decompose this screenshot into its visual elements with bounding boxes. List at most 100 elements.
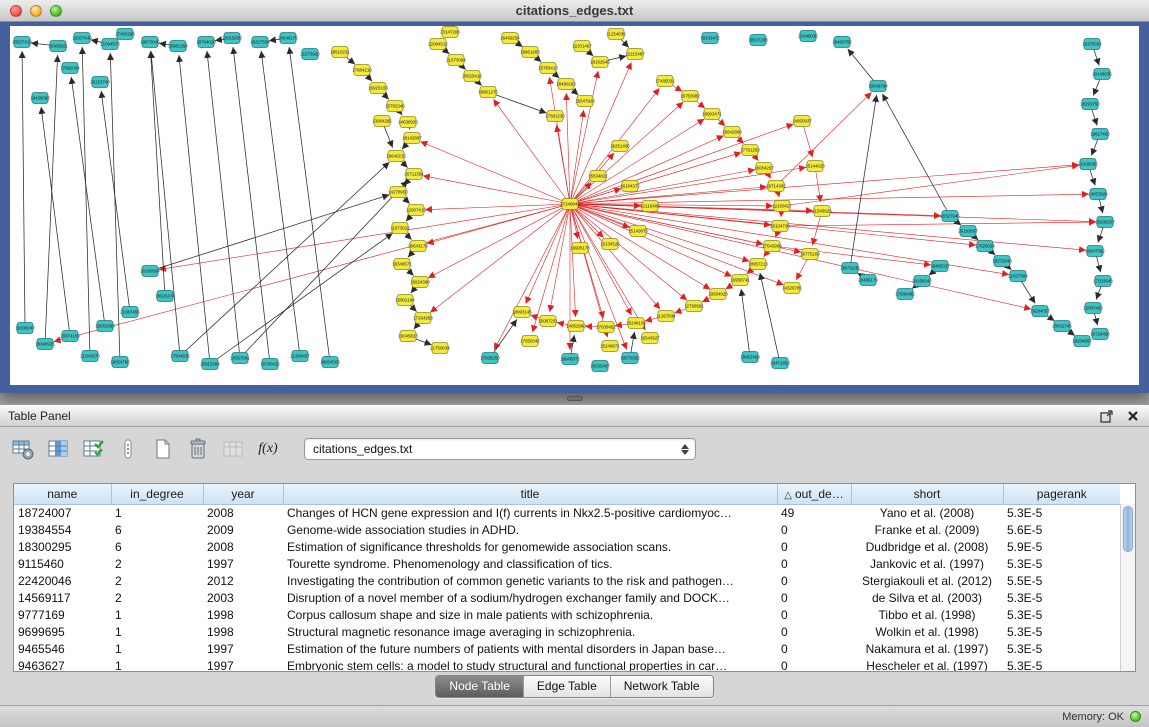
graph-node[interactable]: 14278950 [388, 187, 408, 198]
graph-node[interactable]: 18579302 [620, 353, 640, 364]
graph-node[interactable]: 19873046 [140, 37, 160, 48]
cell-name[interactable]: 19384554 [14, 521, 111, 538]
cell-title[interactable]: Tourette syndrome. Phenomenology and cla… [283, 555, 777, 572]
edit-rows-icon[interactable] [80, 436, 106, 462]
graph-edge[interactable] [41, 107, 70, 336]
graph-node[interactable]: 18924503 [320, 357, 340, 368]
graph-node[interactable]: 20160594 [140, 266, 160, 277]
cell-short[interactable]: de Silva et al. (2003) [851, 589, 1003, 606]
graph-node[interactable]: 16750982 [680, 91, 700, 102]
cell-year[interactable]: 2008 [203, 538, 283, 555]
cell-name[interactable]: 18300295 [14, 538, 111, 555]
table-row[interactable]: 1830029562008Estimation of significance … [14, 538, 1120, 555]
cell-title[interactable]: Embryonic stem cells: a model to study s… [283, 657, 777, 672]
graph-edge[interactable] [207, 51, 240, 358]
column-header-year[interactable]: year [203, 484, 283, 504]
graph-node[interactable]: 20643178 [408, 241, 428, 252]
graph-node[interactable]: 11873622 [390, 223, 410, 234]
graph-node[interactable]: 16543927 [640, 333, 660, 344]
graph-node[interactable]: 17684219 [352, 65, 372, 76]
graph-node[interactable]: 20981354 [168, 41, 188, 52]
tab-edge-table[interactable]: Edge Table [524, 676, 611, 697]
cell-in_degree[interactable]: 2 [111, 572, 203, 589]
cell-pagerank[interactable]: 5.3E-5 [1003, 640, 1120, 657]
cell-out_degree[interactable]: 0 [777, 640, 851, 657]
graph-node[interactable]: 19436082 [30, 93, 50, 104]
cell-name[interactable]: 9699695 [14, 623, 111, 640]
cell-pagerank[interactable]: 5.3E-5 [1003, 623, 1120, 640]
graph-node[interactable]: 12116409 [640, 201, 660, 212]
graph-node[interactable]: 17264958 [413, 313, 433, 324]
graph-node[interactable]: 15902184 [395, 295, 415, 306]
graph-node[interactable]: 12907415 [406, 205, 426, 216]
graph-node[interactable]: 21037584 [1008, 271, 1028, 282]
graph-node[interactable]: 17892034 [60, 63, 80, 74]
graph-node[interactable]: 18925374 [155, 291, 175, 302]
function-builder-icon[interactable]: f(x) [255, 436, 281, 462]
graph-node[interactable]: 14852960 [566, 321, 586, 332]
cell-out_degree[interactable]: 0 [777, 606, 851, 623]
graph-edge[interactable] [566, 93, 570, 204]
cell-name[interactable]: 14569117 [14, 589, 111, 606]
graph-node[interactable]: 18357091 [230, 353, 250, 364]
cell-in_degree[interactable]: 1 [111, 640, 203, 657]
graph-node[interactable]: 14638920 [398, 117, 418, 128]
graph-node[interactable]: 18293750 [1080, 99, 1100, 110]
cell-in_degree[interactable]: 1 [111, 606, 203, 623]
graph-node[interactable]: 19714302 [766, 181, 786, 192]
graph-node[interactable]: 20158347 [912, 276, 932, 287]
graph-node[interactable]: 20471853 [770, 358, 790, 369]
graph-node[interactable]: 19861275 [478, 87, 498, 98]
graph-node[interactable]: 20193857 [958, 226, 978, 237]
graph-edge[interactable] [570, 204, 645, 330]
cell-name[interactable]: 18724007 [14, 504, 111, 521]
cell-year[interactable]: 2009 [203, 521, 283, 538]
graph-edge[interactable] [780, 222, 1096, 226]
graph-node[interactable]: 18204957 [1072, 336, 1092, 347]
graph-node[interactable]: 17543906 [762, 241, 782, 252]
table-row[interactable]: 911546021997Tourette syndrome. Phenomeno… [14, 555, 1120, 572]
graph-node[interactable]: 16084257 [754, 163, 774, 174]
graph-node[interactable]: 18679235 [840, 263, 860, 274]
cell-short[interactable]: Jankovic et al. (1997) [851, 555, 1003, 572]
graph-node[interactable]: 17203648 [1093, 276, 1113, 287]
graph-node[interactable]: 19305821 [48, 41, 68, 52]
graph-node[interactable]: 15249871 [600, 341, 620, 352]
graph-node[interactable]: 16469254 [500, 33, 520, 44]
graph-node[interactable]: 19728456 [1090, 329, 1110, 340]
graph-node[interactable]: 18460792 [832, 37, 852, 48]
graph-edge[interactable] [488, 92, 547, 113]
graph-node[interactable]: 18495027 [930, 261, 950, 272]
graph-node[interactable]: 19327504 [250, 37, 270, 48]
graph-node[interactable]: 18957213 [748, 259, 768, 270]
network-canvas[interactable]: 1724084118510231176842191692010315782346… [10, 26, 1139, 385]
cell-year[interactable]: 1997 [203, 657, 283, 672]
graph-edge[interactable] [760, 273, 780, 363]
graph-node[interactable]: 18142897 [402, 133, 422, 144]
table-row[interactable]: 977716911998Corpus callosum shape and si… [14, 606, 1120, 623]
graph-node[interactable]: 10847392 [1085, 246, 1105, 257]
graph-edge[interactable] [101, 91, 130, 312]
cell-short[interactable]: Dudbridge et al. (2008) [851, 538, 1003, 555]
cell-year[interactable]: 1998 [203, 606, 283, 623]
graph-node[interactable]: 21750634 [430, 343, 450, 354]
graph-node[interactable]: 20915384 [200, 359, 220, 370]
graph-node[interactable]: 13984265 [372, 116, 392, 127]
cell-out_degree[interactable]: 0 [777, 623, 851, 640]
graph-edge[interactable] [741, 289, 750, 357]
cell-out_degree[interactable]: 0 [777, 572, 851, 589]
graph-node[interactable]: 17791253 [740, 145, 760, 156]
graph-node[interactable]: 15547926 [575, 96, 595, 107]
graph-node[interactable]: 19572048 [992, 256, 1012, 267]
zoom-window-button[interactable] [50, 5, 62, 17]
cell-in_degree[interactable]: 6 [111, 538, 203, 555]
graph-node[interactable]: 21648035 [798, 31, 818, 42]
graph-node[interactable]: 16958741 [730, 275, 750, 286]
graph-node[interactable]: 11540923 [812, 206, 832, 217]
graph-node[interactable]: 21435082 [1078, 159, 1098, 170]
graph-node[interactable]: 17240841 [560, 199, 580, 210]
graph-edge[interactable] [150, 195, 389, 271]
tab-network-table[interactable]: Network Table [611, 676, 713, 697]
rename-column-icon[interactable] [220, 436, 246, 462]
graph-node[interactable]: 16162645 [590, 57, 610, 68]
